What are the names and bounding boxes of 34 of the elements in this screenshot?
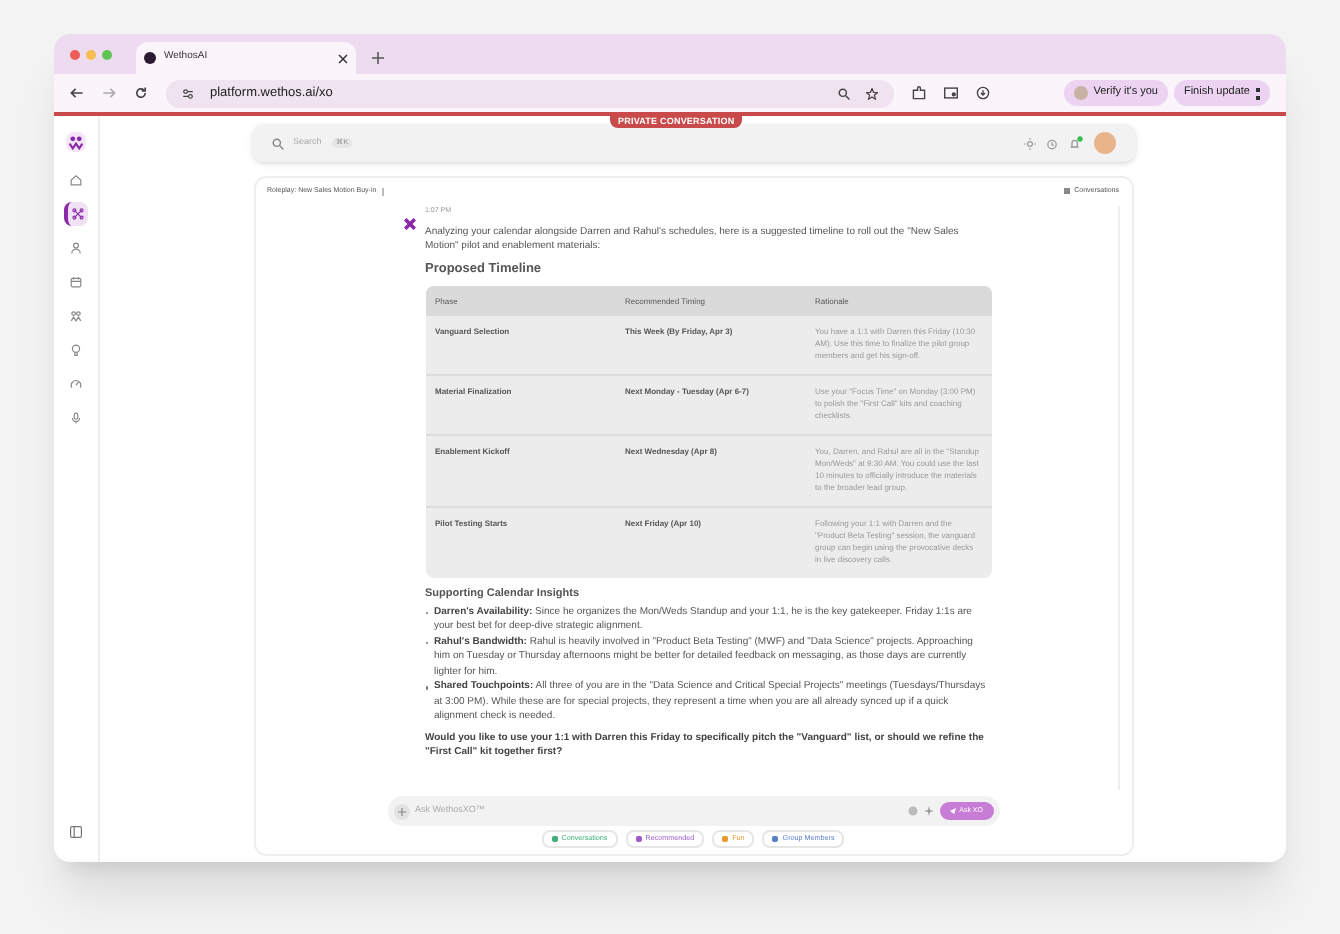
star-icon[interactable] [866,87,878,99]
new-tab-icon[interactable] [372,52,384,64]
lightbulb-icon [70,344,82,356]
user-avatar[interactable] [1093,132,1115,154]
sun-icon[interactable] [1023,137,1035,149]
network-icon [72,208,84,220]
extensions-icon[interactable] [912,86,926,100]
panel-toggle-icon[interactable] [70,826,82,838]
people-icon [70,310,82,322]
close-icon[interactable] [338,53,348,63]
reload-icon[interactable] [134,86,148,100]
back-icon[interactable] [70,86,84,100]
media-icon[interactable] [944,86,958,100]
maximize-window-icon[interactable] [102,49,112,59]
search-icon [271,137,283,149]
bell-icon[interactable] [1067,136,1083,150]
assistant-logo-icon [403,218,415,231]
site-settings-icon[interactable] [182,87,194,99]
alarm-clock-icon[interactable] [1045,137,1057,149]
person-icon [70,242,82,254]
calendar-icon [70,276,82,288]
home-icon [70,174,82,186]
site-logo-icon [144,52,156,64]
sparkle-icon[interactable] [923,806,934,816]
sidebar-item[interactable] [64,202,88,226]
microphone-icon [70,412,82,424]
add-icon[interactable] [393,803,409,819]
send-icon [949,808,956,814]
download-icon[interactable] [976,86,990,100]
forward-icon[interactable] [102,86,116,100]
list-icon [1064,188,1071,195]
close-window-icon[interactable] [70,49,80,59]
app-logo[interactable] [66,132,86,152]
zoom-icon[interactable] [838,87,850,99]
